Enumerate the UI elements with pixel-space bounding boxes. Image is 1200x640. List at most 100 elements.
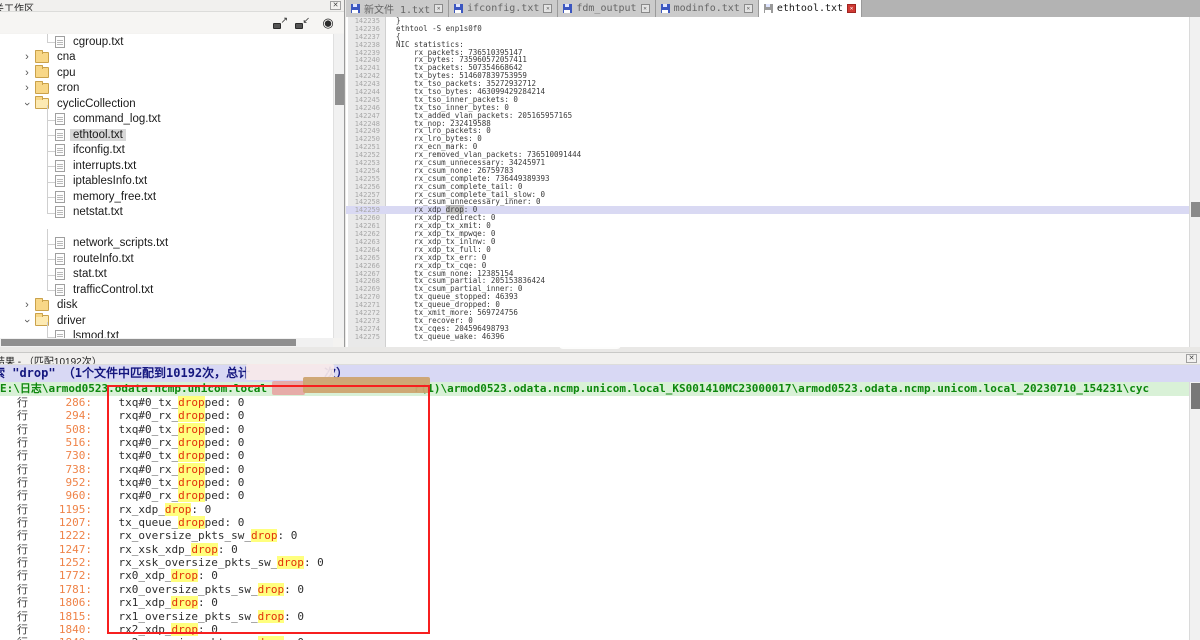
result-line-prefix: 行 (17, 596, 28, 609)
result-line-prefix: 行 (17, 476, 28, 489)
result-line-number: 1222: (28, 529, 92, 542)
result-line-number: 1806: (28, 596, 92, 609)
result-line-prefix: 行 (17, 543, 28, 556)
result-line-prefix: 行 (17, 489, 28, 502)
tab-label: 新文件 1.txt (364, 1, 430, 16)
code-area[interactable]: 142235}142236ethtool -S enp1s0f0142237{1… (346, 17, 1190, 347)
tree-item-cna[interactable]: ›cna (0, 50, 333, 66)
result-line-number: 1772: (28, 569, 92, 582)
tree-item-cgroup-txt[interactable]: cgroup.txt (0, 34, 333, 50)
result-line-prefix: 行 (17, 423, 28, 436)
results-vertical-scrollbar[interactable] (1189, 382, 1200, 640)
result-row-line-1849[interactable]: 行1849: rx2_oversize_pkts_sw_drop: 0 (0, 636, 1189, 640)
tree-hscroll-thumb[interactable] (1, 339, 296, 346)
red-annotation-rectangle (107, 385, 430, 634)
result-line-number: 1207: (28, 516, 92, 529)
result-text-pre: rx2_oversize_pkts_sw_ (92, 636, 258, 640)
tree-item-netstat-txt[interactable]: netstat.txt (0, 205, 333, 221)
workspace-file-tree: cgroup.txt›cna›cpu›cron›cyclicCollection… (0, 34, 333, 338)
result-line-prefix: 行 (17, 516, 28, 529)
result-line-number: 516: (28, 436, 92, 449)
tab-close-icon: ✕ (543, 4, 552, 13)
tab-close-icon: ✕ (847, 4, 856, 13)
save-floppy-icon (454, 4, 463, 13)
app-window: 关工作区 ✕ ↗ ↙ ◉ cgroup.txt›cna›cpu›cron›cyc… (0, 0, 1200, 640)
folder-icon (35, 67, 49, 78)
tree-item-cron[interactable]: ›cron (0, 81, 333, 97)
results-titlebar: 结果 - （匹配10192次） ✕ (0, 352, 1200, 365)
locate-file-icon[interactable]: ◉ (320, 15, 336, 30)
tree-item-disk[interactable]: › disk (0, 298, 333, 314)
tab-ethtool-txt[interactable]: ethtool.txt ✕ (759, 0, 862, 17)
workspace-close-icon[interactable]: ✕ (330, 1, 341, 10)
editor-vertical-scrollbar[interactable] (1189, 17, 1200, 347)
result-line-number: 294: (28, 409, 92, 422)
result-line-prefix: 行 (17, 623, 28, 636)
chevron-expanded-icon: › (21, 99, 33, 109)
tree-item-lsmod-txt[interactable]: lsmod.txt (0, 329, 333, 339)
expand-all-icon[interactable]: ↗ (272, 15, 288, 30)
tree-vertical-scrollbar[interactable] (333, 34, 344, 338)
code-text: tx_queue_wake: 46396 (384, 332, 504, 341)
tab-fdm_output[interactable]: fdm_output✕ (558, 0, 655, 17)
tab-ifconfig-txt[interactable]: ifconfig.txt ✕ (449, 0, 558, 17)
result-text-post: : 0 (284, 636, 304, 640)
code-line: 142236ethtool -S enp1s0f0 (346, 25, 1190, 33)
tree-item-label: lsmod.txt (70, 330, 122, 338)
file-icon (55, 129, 65, 141)
censor-blur-tree (52, 219, 322, 234)
tab-close-icon: ✕ (744, 4, 753, 13)
chevron-collapsed-icon: › (22, 67, 32, 79)
workspace-title: 关工作区 (0, 0, 34, 12)
tab-label: fdm_output (576, 3, 636, 14)
chevron-collapsed-icon: › (22, 299, 32, 311)
result-line-prefix: 行 (17, 409, 28, 422)
result-line-prefix: 行 (17, 636, 28, 640)
tree-item-label: command_log.txt (70, 113, 164, 125)
result-line-number: 1247: (28, 543, 92, 556)
line-number: 142275 (346, 334, 384, 342)
tab-close-icon: ✕ (434, 4, 443, 13)
summary-text: 索 "drop" （1个文件中匹配到10192次，总计 (0, 366, 250, 380)
workspace-toolbar: ↗ ↙ ◉ (0, 12, 344, 33)
tree-vscroll-thumb[interactable] (335, 74, 344, 105)
tree-item-cpu[interactable]: ›cpu (0, 65, 333, 81)
collapse-all-icon[interactable]: ↙ (294, 15, 310, 30)
file-icon (55, 144, 65, 156)
workspace-titlebar: 关工作区 ✕ (0, 0, 344, 12)
result-line-number: 1815: (28, 610, 92, 623)
result-line-number: 1195: (28, 503, 92, 516)
result-line-number: 952: (28, 476, 92, 489)
save-floppy-icon (661, 4, 670, 13)
result-line-prefix: 行 (17, 583, 28, 596)
result-line-number: 1840: (28, 623, 92, 636)
result-line-prefix: 行 (17, 569, 28, 582)
result-line-prefix: 行 (17, 396, 28, 409)
tab-modinfo-txt[interactable]: modinfo.txt ✕ (656, 0, 759, 17)
folder-icon (35, 300, 49, 311)
editor-vscroll-thumb[interactable] (1191, 202, 1200, 217)
tree-item-label: cgroup.txt (70, 36, 127, 48)
tree-item-trafficControl-txt[interactable]: trafficControl.txt (0, 282, 333, 298)
folder-icon (35, 83, 49, 94)
tab-label: ethtool.txt (777, 3, 843, 14)
file-icon (55, 175, 65, 187)
tab-label: modinfo.txt (674, 3, 740, 14)
chevron-collapsed-icon: › (22, 82, 32, 94)
tab-label: ifconfig.txt (467, 3, 539, 14)
tree-item-label: disk (54, 299, 80, 311)
result-line-prefix: 行 (17, 556, 28, 569)
results-summary-line: 索 "drop" （1个文件中匹配到10192次，总计次） (0, 365, 1200, 382)
tree-item-label: interrupts.txt (70, 160, 139, 172)
save-floppy-icon (351, 4, 360, 13)
editor-tab-bar: 新文件 1.txt✕ifconfig.txt✕fdm_output✕modinf… (346, 0, 1200, 17)
tree-item-label: driver (54, 315, 89, 327)
result-line-prefix: 行 (17, 503, 28, 516)
results-close-icon[interactable]: ✕ (1186, 354, 1197, 363)
file-icon (55, 191, 65, 203)
result-line-prefix: 行 (17, 463, 28, 476)
results-vscroll-thumb[interactable] (1191, 383, 1200, 409)
tab--1-txt[interactable]: 新文件 1.txt ✕ (346, 0, 449, 17)
result-line-prefix: 行 (17, 529, 28, 542)
tree-horizontal-scrollbar[interactable] (0, 338, 333, 347)
